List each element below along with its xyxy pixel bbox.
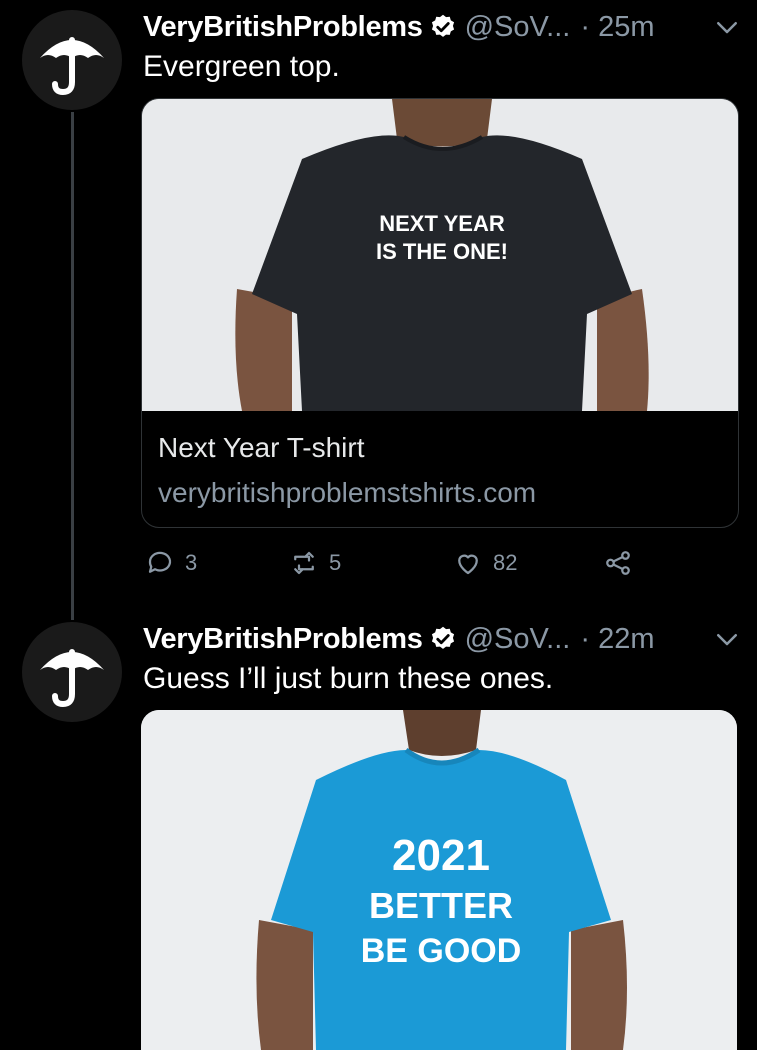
umbrella-icon: [40, 649, 104, 708]
reply-count: 3: [185, 550, 198, 575]
card-title[interactable]: Next Year T-shirt: [158, 432, 364, 464]
verified-badge-icon: [431, 14, 454, 37]
share-button[interactable]: [603, 548, 643, 578]
tweet-text: Evergreen top.: [143, 50, 340, 83]
tshirt-photo: NEXT YEAR IS THE ONE!: [142, 99, 738, 411]
reply-icon: [148, 551, 172, 573]
display-name[interactable]: VeryBritishProblems: [143, 11, 423, 44]
shirt-text-line2: BETTER: [369, 885, 513, 926]
tweet-actions: 3 5 82: [141, 548, 661, 584]
handle[interactable]: @SoV...: [465, 623, 571, 656]
card-image[interactable]: NEXT YEAR IS THE ONE!: [142, 99, 738, 411]
tweet[interactable]: VeryBritishProblems @SoV... · 25m Evergr…: [0, 0, 757, 612]
verified-badge-icon: [431, 626, 454, 649]
tweet-text: Guess I’ll just burn these ones.: [143, 662, 554, 695]
link-card[interactable]: NEXT YEAR IS THE ONE! Next Year T-shirt …: [141, 98, 739, 528]
heart-icon: [458, 554, 478, 575]
shirt-text-line3: BE GOOD: [361, 932, 522, 970]
chevron-down-icon[interactable]: [712, 624, 742, 654]
avatar[interactable]: [22, 622, 122, 722]
like-button[interactable]: 82: [453, 548, 517, 578]
chevron-down-icon[interactable]: [712, 12, 742, 42]
tweet-image[interactable]: 2021 BETTER BE GOOD: [141, 710, 737, 1050]
like-count: 82: [493, 550, 518, 575]
tweet[interactable]: VeryBritishProblems @SoV... · 22m Guess …: [0, 612, 757, 1050]
tweet-header: VeryBritishProblems @SoV... · 25m: [143, 6, 743, 48]
tweet-header: VeryBritishProblems @SoV... · 22m: [143, 618, 743, 660]
shirt-text-line1: NEXT YEAR: [379, 211, 505, 236]
handle[interactable]: @SoV...: [465, 11, 571, 44]
retweet-icon: [294, 551, 314, 575]
share-icon: [606, 551, 630, 575]
umbrella-icon: [40, 37, 104, 96]
shirt-text-line2: IS THE ONE!: [376, 239, 508, 264]
tshirt-photo: 2021 BETTER BE GOOD: [141, 710, 737, 1050]
reply-button[interactable]: 3: [145, 548, 197, 578]
card-domain[interactable]: verybritishproblemstshirts.com: [158, 477, 536, 509]
display-name[interactable]: VeryBritishProblems: [143, 623, 423, 656]
avatar[interactable]: [22, 10, 122, 110]
shirt-text-line1: 2021: [392, 831, 490, 880]
timestamp[interactable]: · 25m: [580, 11, 654, 44]
retweet-button[interactable]: 5: [289, 548, 341, 578]
retweet-count: 5: [329, 550, 342, 575]
timestamp[interactable]: · 22m: [580, 623, 654, 656]
